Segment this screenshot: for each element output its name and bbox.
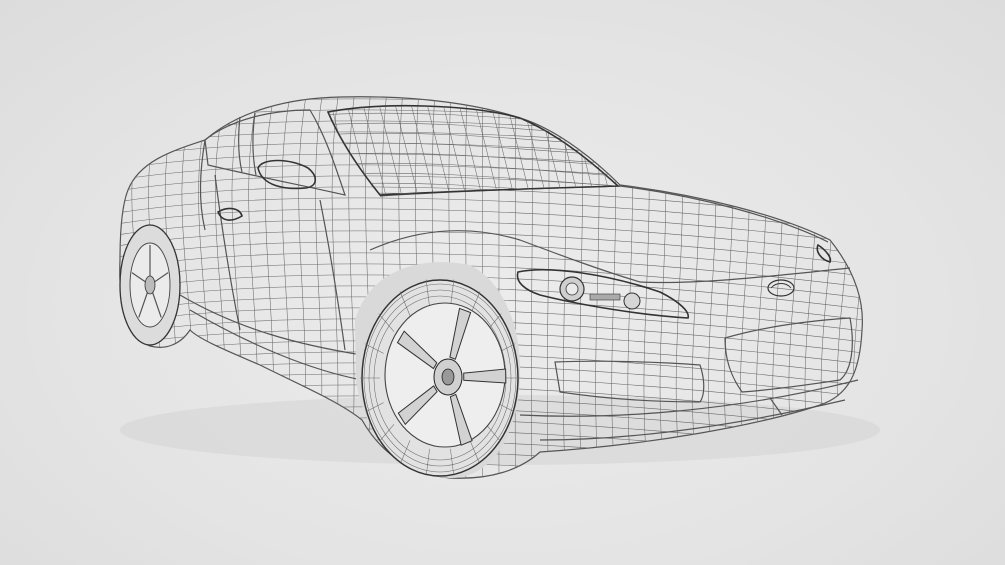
side-windows [204, 109, 346, 196]
side-mirror [257, 159, 317, 190]
windshield [326, 104, 620, 196]
rear-wheel [119, 224, 181, 346]
wireframe-car-render [119, 96, 880, 479]
door-handle [217, 207, 243, 221]
render-viewport [0, 0, 1005, 565]
fog-light-right [816, 243, 832, 263]
headlight [516, 268, 689, 319]
brand-emblem-icon [767, 279, 795, 297]
